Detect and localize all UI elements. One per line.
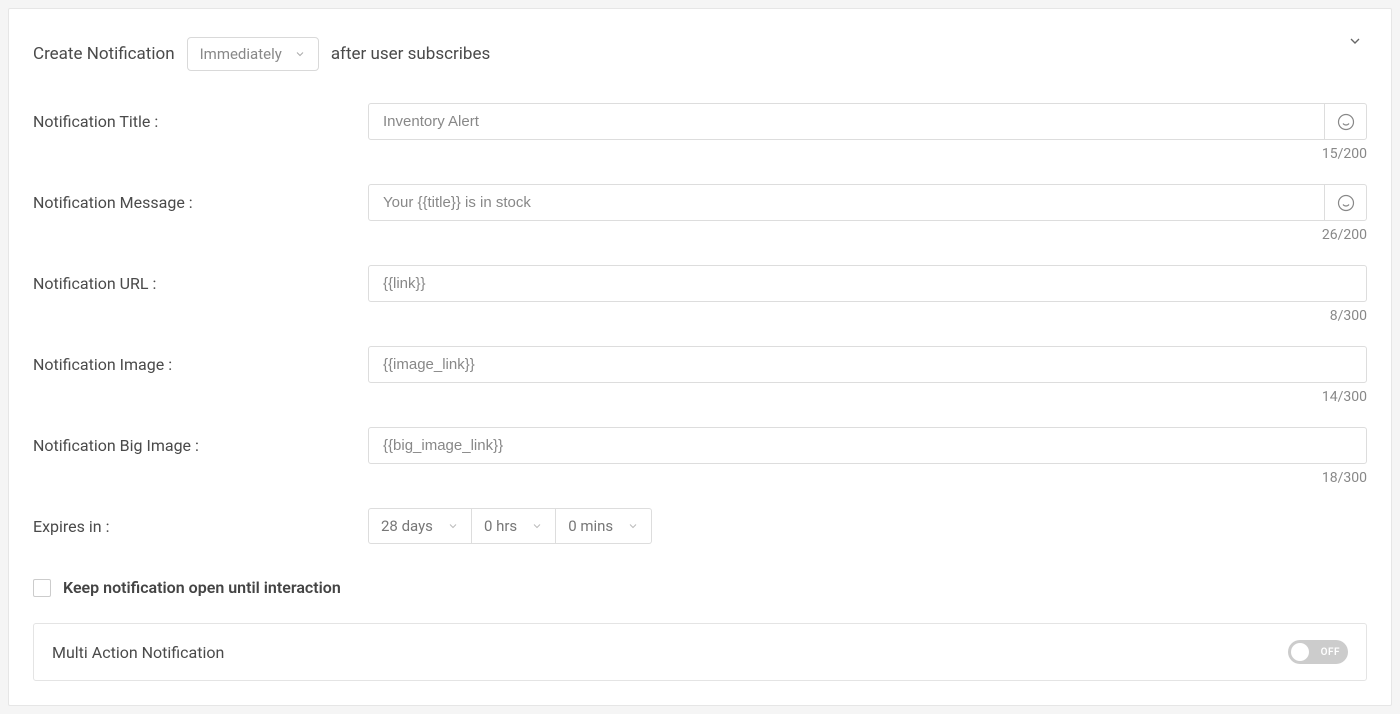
input-wrap-big-image xyxy=(368,427,1367,464)
counter-message: 26/200 xyxy=(368,227,1367,243)
smiley-icon xyxy=(1337,194,1355,212)
create-notification-panel: Create Notification Immediately after us… xyxy=(8,8,1392,706)
row-image: Notification Image : 14/300 xyxy=(33,346,1367,421)
counter-title: 15/200 xyxy=(368,146,1367,162)
keep-open-row: Keep notification open until interaction xyxy=(33,578,1367,597)
label-expires: Expires in : xyxy=(33,508,368,536)
notification-url-input[interactable] xyxy=(369,266,1366,301)
chevron-down-icon xyxy=(627,520,639,532)
chevron-down-icon xyxy=(1347,33,1363,49)
notification-big-image-input[interactable] xyxy=(369,428,1366,463)
keep-open-checkbox[interactable] xyxy=(33,579,51,597)
expires-hrs-select[interactable]: 0 hrs xyxy=(472,508,556,544)
expires-select-group: 28 days 0 hrs 0 mins xyxy=(368,508,1367,544)
chevron-down-icon xyxy=(447,520,459,532)
toggle-state-text: OFF xyxy=(1321,647,1340,658)
chevron-down-icon xyxy=(531,520,543,532)
row-message: Notification Message : 26/200 xyxy=(33,184,1367,259)
expires-hrs-value: 0 hrs xyxy=(484,517,517,535)
counter-url: 8/300 xyxy=(368,308,1367,324)
label-title: Notification Title : xyxy=(33,103,368,131)
keep-open-label: Keep notification open until interaction xyxy=(63,578,341,597)
header-suffix: after user subscribes xyxy=(331,44,490,64)
row-big-image: Notification Big Image : 18/300 xyxy=(33,427,1367,502)
expires-mins-value: 0 mins xyxy=(568,517,613,535)
input-wrap-message xyxy=(368,184,1367,221)
multi-action-label: Multi Action Notification xyxy=(52,643,224,662)
expires-days-value: 28 days xyxy=(381,517,433,535)
multi-action-section: Multi Action Notification OFF xyxy=(33,623,1367,681)
toggle-knob xyxy=(1291,643,1309,661)
emoji-picker-button[interactable] xyxy=(1324,185,1366,220)
collapse-toggle[interactable] xyxy=(1347,33,1363,49)
notification-title-input[interactable] xyxy=(369,104,1324,139)
multi-action-toggle[interactable]: OFF xyxy=(1288,640,1348,664)
counter-image: 14/300 xyxy=(368,389,1367,405)
label-url: Notification URL : xyxy=(33,265,368,293)
expires-days-select[interactable]: 28 days xyxy=(368,508,472,544)
emoji-picker-button[interactable] xyxy=(1324,104,1366,139)
row-url: Notification URL : 8/300 xyxy=(33,265,1367,340)
input-wrap-url xyxy=(368,265,1367,302)
input-wrap-title xyxy=(368,103,1367,140)
notification-image-input[interactable] xyxy=(369,347,1366,382)
row-title: Notification Title : 15/200 xyxy=(33,103,1367,178)
smiley-icon xyxy=(1337,113,1355,131)
timing-dropdown[interactable]: Immediately xyxy=(187,37,319,71)
chevron-down-icon xyxy=(294,48,306,60)
header-row: Create Notification Immediately after us… xyxy=(33,37,1367,71)
timing-selected: Immediately xyxy=(200,45,282,63)
header-prefix: Create Notification xyxy=(33,44,175,64)
counter-big-image: 18/300 xyxy=(368,470,1367,486)
label-image: Notification Image : xyxy=(33,346,368,374)
row-expires: Expires in : 28 days 0 hrs 0 mins xyxy=(33,508,1367,544)
notification-message-input[interactable] xyxy=(369,185,1324,220)
expires-mins-select[interactable]: 0 mins xyxy=(556,508,652,544)
label-big-image: Notification Big Image : xyxy=(33,427,368,455)
label-message: Notification Message : xyxy=(33,184,368,212)
input-wrap-image xyxy=(368,346,1367,383)
